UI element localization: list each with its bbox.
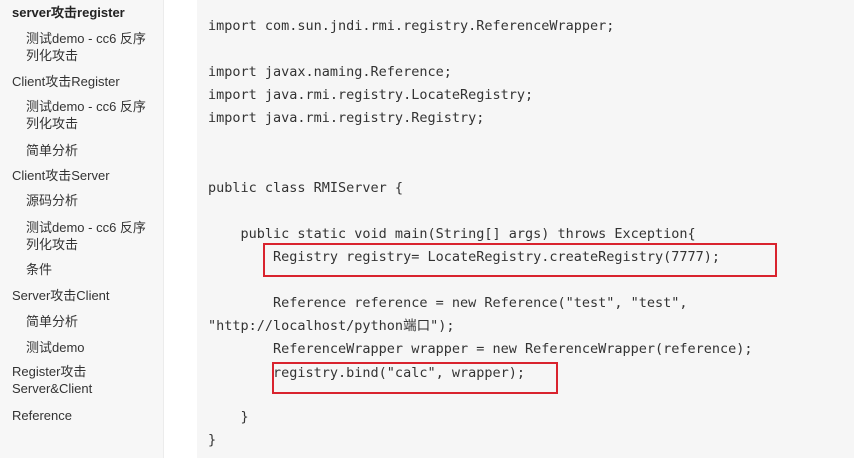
- toc-item-server-attack-client[interactable]: Server攻击Client: [12, 287, 157, 304]
- code-line: import com.sun.jndi.rmi.registry.Referen…: [208, 18, 615, 34]
- toc-item-demo-cc6-3[interactable]: 测试demo - cc6 反序列化攻击: [26, 219, 156, 253]
- toc-item-client-attack-register[interactable]: Client攻击Register: [12, 73, 157, 90]
- code-line: }: [208, 432, 217, 448]
- code-line: ReferenceWrapper wrapper = new Reference…: [208, 341, 753, 357]
- code-block: import com.sun.jndi.rmi.registry.Referen…: [197, 0, 854, 458]
- code-line: public class RMIServer {: [208, 180, 404, 196]
- highlight-box-registry-bind: [272, 362, 558, 394]
- toc-item-reference[interactable]: Reference: [12, 407, 157, 424]
- toc-item-simple-analysis-1[interactable]: 简单分析: [26, 142, 156, 159]
- code-line: }: [208, 409, 249, 425]
- table-of-contents: server攻击register 测试demo - cc6 反序列化攻击 Cli…: [0, 0, 164, 458]
- code-line: "http://localhost/python端口");: [208, 318, 455, 334]
- toc-item-source-analysis[interactable]: 源码分析: [26, 192, 156, 209]
- code-line: import java.rmi.registry.LocateRegistry;: [208, 87, 534, 103]
- toc-item-demo-cc6-2[interactable]: 测试demo - cc6 反序列化攻击: [26, 98, 156, 132]
- code-line: Reference reference = new Reference("tes…: [208, 295, 688, 311]
- toc-item-conditions[interactable]: 条件: [26, 261, 156, 278]
- toc-item-server-attack-register[interactable]: server攻击register: [12, 4, 157, 21]
- code-line: import java.rmi.registry.Registry;: [208, 110, 485, 126]
- code-line: public static void main(String[] args) t…: [208, 226, 696, 242]
- code-line: import javax.naming.Reference;: [208, 64, 452, 80]
- toc-sidebar: server攻击register 测试demo - cc6 反序列化攻击 Cli…: [0, 0, 164, 458]
- toc-item-demo[interactable]: 测试demo: [26, 339, 156, 356]
- toc-item-register-attack-server-client[interactable]: Register攻击Server&Client: [12, 363, 112, 397]
- toc-item-client-attack-server[interactable]: Client攻击Server: [12, 167, 157, 184]
- toc-item-demo-cc6-1[interactable]: 测试demo - cc6 反序列化攻击: [26, 30, 156, 64]
- highlight-box-create-registry: [263, 243, 777, 277]
- toc-item-simple-analysis-2[interactable]: 简单分析: [26, 313, 156, 330]
